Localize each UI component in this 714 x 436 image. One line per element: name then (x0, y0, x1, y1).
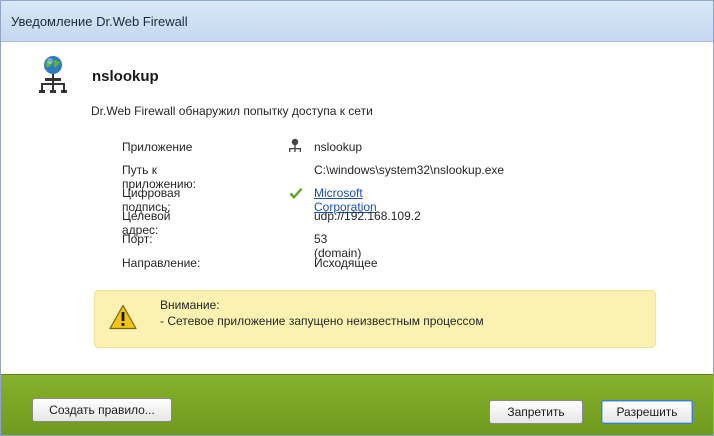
warning-box: Внимание: - Сетевое приложение запущено … (94, 290, 656, 348)
network-app-icon (289, 138, 301, 152)
label-direction: Направление: (122, 256, 201, 270)
label-application: Приложение (122, 140, 193, 154)
title-bar[interactable]: Уведомление Dr.Web Firewall (1, 1, 713, 42)
create-rule-button[interactable]: Создать правило... (32, 398, 172, 422)
app-name-heading: nslookup (92, 68, 159, 85)
checkmark-icon (289, 188, 303, 199)
allow-button[interactable]: Разрешить (601, 400, 693, 424)
content-area: nslookup Dr.Web Firewall обнаружил попыт… (1, 42, 713, 377)
value-application: nslookup (314, 140, 363, 154)
value-app-path: C:\windows\system32\nslookup.exe (314, 163, 505, 177)
label-port: Порт: (122, 232, 153, 246)
value-direction: Исходящее (314, 256, 378, 270)
value-target-address: udp://192.168.109.2 (314, 209, 421, 223)
alert-subtitle: Dr.Web Firewall обнаружил попытку доступ… (91, 104, 373, 118)
warning-title: Внимание: (160, 298, 220, 312)
footer-bar: Создать правило... Запретить Разрешить (1, 374, 713, 435)
notification-window: Уведомление Dr.Web Firewall nslookup Dr.… (0, 0, 714, 436)
globe-network-icon (39, 56, 67, 93)
deny-button[interactable]: Запретить (489, 400, 583, 424)
warning-text: - Сетевое приложение запущено неизвестны… (160, 314, 484, 328)
warning-triangle-icon (109, 304, 137, 330)
window-title: Уведомление Dr.Web Firewall (11, 14, 188, 29)
